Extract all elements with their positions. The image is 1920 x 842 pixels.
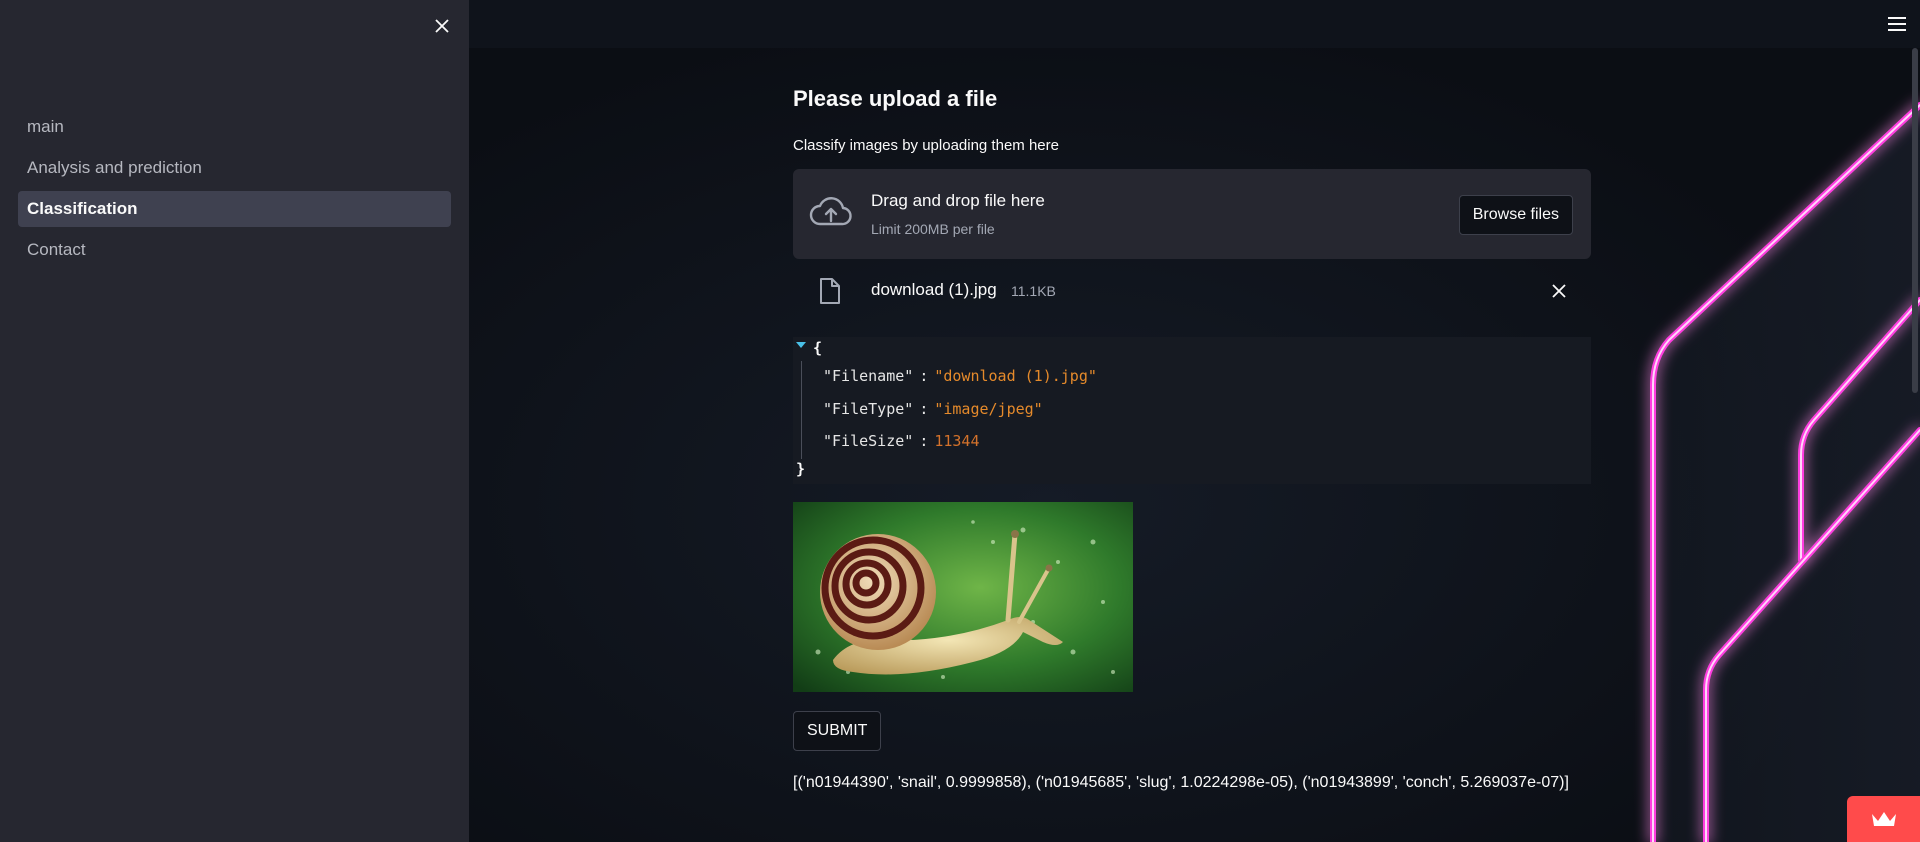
json-value: 11344 bbox=[934, 432, 980, 450]
main-area: Please upload a file Classify images by … bbox=[469, 0, 1920, 842]
submit-button[interactable]: SUBMIT bbox=[793, 711, 882, 751]
scrollbar[interactable] bbox=[1912, 48, 1918, 393]
browse-files-button[interactable]: Browse files bbox=[1458, 195, 1573, 235]
file-icon bbox=[818, 277, 842, 305]
sidebar-nav: main Analysis and prediction Classificat… bbox=[18, 109, 451, 273]
json-value: "download (1).jpg" bbox=[934, 367, 1097, 385]
dropzone-limit: Limit 200MB per file bbox=[871, 221, 995, 237]
close-icon[interactable] bbox=[426, 10, 458, 42]
sidebar-item-contact[interactable]: Contact bbox=[18, 232, 451, 268]
sidebar-item-classification[interactable]: Classification bbox=[18, 191, 451, 227]
app-root: main Analysis and prediction Classificat… bbox=[0, 0, 1920, 842]
uploaded-snail-image bbox=[793, 502, 1133, 692]
uploaded-file-name: download (1).jpg bbox=[871, 280, 997, 299]
uploader-label: Classify images by uploading them here bbox=[793, 137, 1059, 154]
uploaded-file-row: download (1).jpg 11.1KB bbox=[793, 272, 1591, 310]
json-key: "FileType" bbox=[823, 400, 914, 418]
json-viewer: { "Filename": "download (1).jpg" "FileTyp… bbox=[793, 337, 1591, 484]
json-key: "FileSize" bbox=[823, 432, 914, 450]
prediction-result: [('n01944390', 'snail', 0.9999858), ('n0… bbox=[793, 774, 1569, 791]
json-colon: : bbox=[919, 400, 929, 418]
json-colon: : bbox=[919, 367, 929, 385]
json-open-brace: { bbox=[813, 339, 823, 357]
json-row: "FileType": "image/jpeg" bbox=[823, 400, 1043, 418]
json-indent-guide bbox=[801, 361, 802, 459]
cloud-upload-icon bbox=[809, 195, 853, 229]
uploaded-file-size: 11.1KB bbox=[1011, 283, 1056, 299]
collapse-toggle-icon[interactable] bbox=[796, 342, 806, 348]
json-row: "Filename": "download (1).jpg" bbox=[823, 367, 1097, 385]
dropzone-title: Drag and drop file here bbox=[871, 191, 1045, 210]
file-dropzone[interactable]: Drag and drop file here Limit 200MB per … bbox=[793, 169, 1591, 259]
json-colon: : bbox=[919, 432, 929, 450]
hamburger-icon[interactable] bbox=[1886, 13, 1908, 35]
sidebar-item-main[interactable]: main bbox=[18, 109, 451, 145]
json-row: "FileSize":11344 bbox=[823, 432, 980, 450]
sidebar-item-analysis-and-prediction[interactable]: Analysis and prediction bbox=[18, 150, 451, 186]
sidebar: main Analysis and prediction Classificat… bbox=[0, 0, 469, 842]
crown-icon[interactable] bbox=[1847, 796, 1920, 842]
top-header-bar bbox=[469, 0, 1920, 48]
remove-file-icon[interactable] bbox=[1547, 279, 1571, 303]
page-title: Please upload a file bbox=[793, 86, 998, 111]
json-value: "image/jpeg" bbox=[934, 400, 1043, 418]
json-close-brace: } bbox=[796, 460, 806, 478]
json-key: "Filename" bbox=[823, 367, 914, 385]
